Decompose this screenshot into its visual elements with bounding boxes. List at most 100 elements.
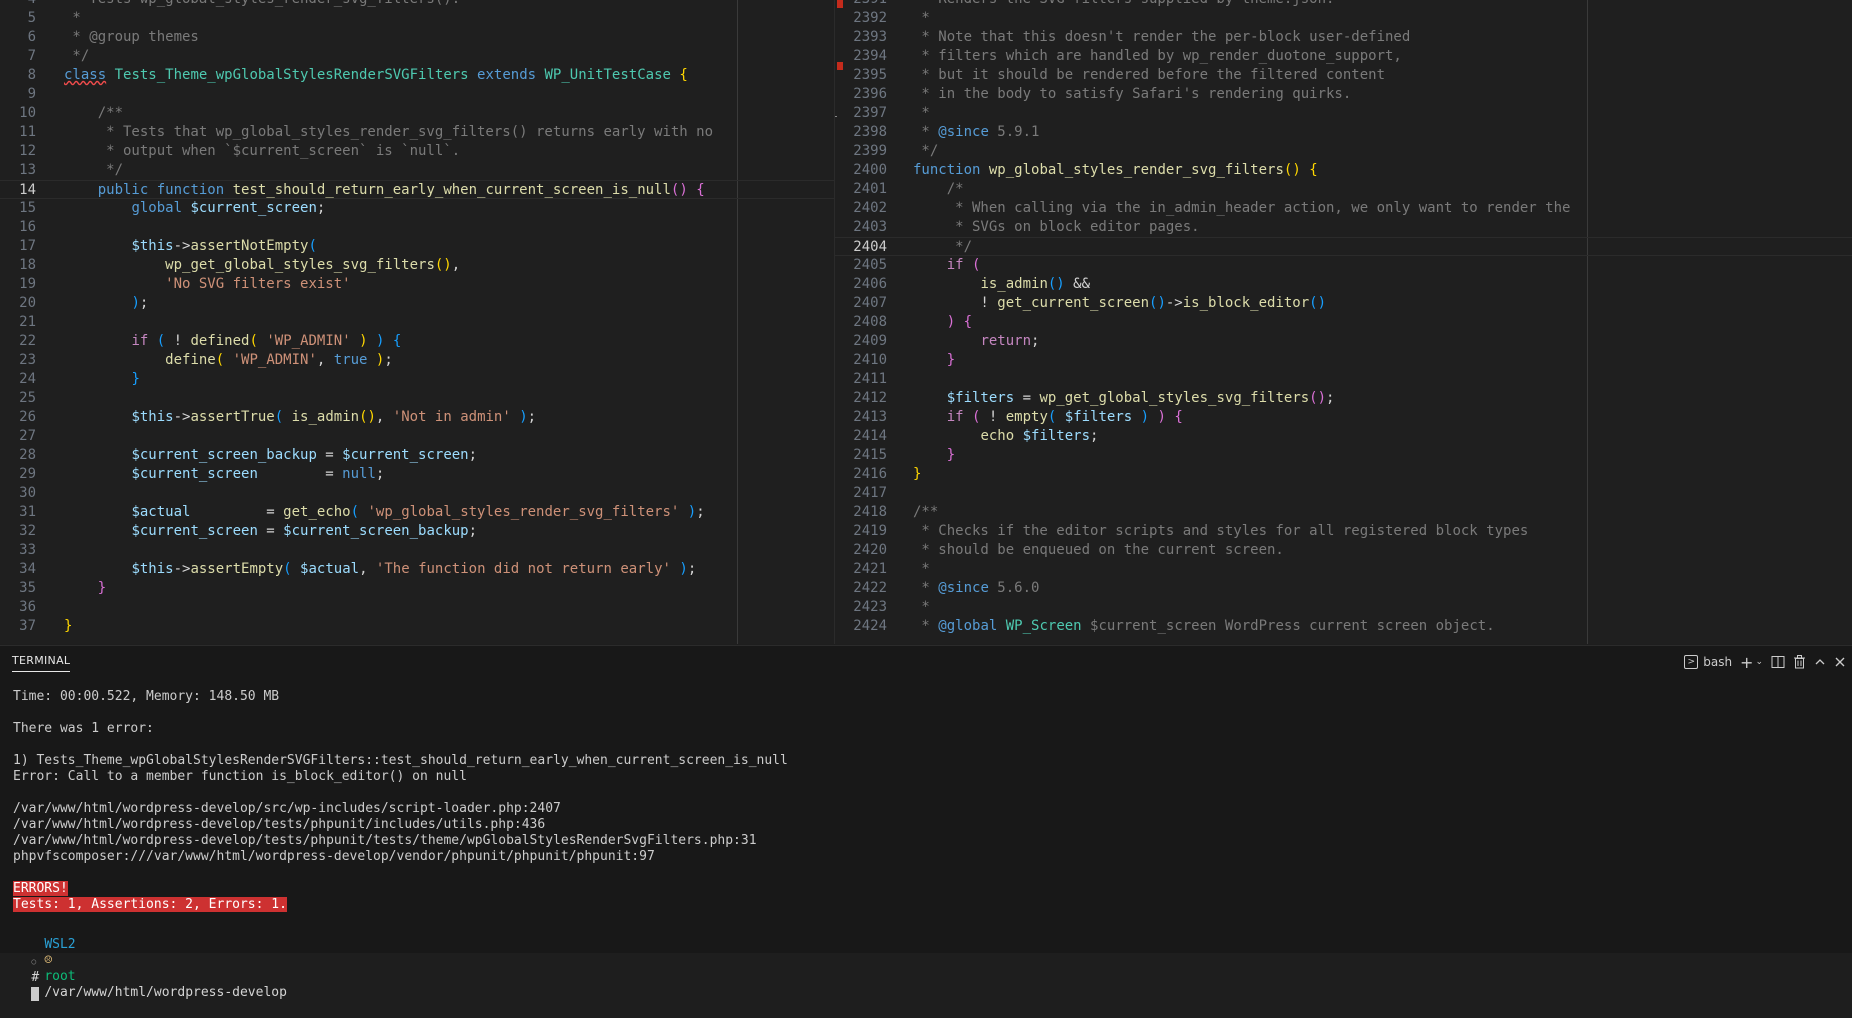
code-line[interactable]: 2412 $filters = wp_get_global_styles_svg… [835,389,1852,408]
code-line[interactable]: 2410 } [835,351,1852,370]
code-line[interactable]: 2416} [835,465,1852,484]
code-line[interactable]: 2408 ) { [835,313,1852,332]
code-line[interactable]: 2414 echo $filters; [835,427,1852,446]
code-line[interactable]: 25 [0,389,834,408]
line-number: 2411 [853,371,887,387]
code-line[interactable]: 2401 /* [835,180,1852,199]
code-line[interactable]: 6 * @group themes [0,28,834,47]
split-terminal-button[interactable] [1771,653,1785,671]
editor-pane-left[interactable]: 4 * Tests wp_global_styles_render_svg_fi… [0,0,834,644]
tab-terminal[interactable]: TERMINAL [12,654,71,672]
code-line[interactable]: 22 if ( ! defined( 'WP_ADMIN' ) ) { [0,332,834,351]
code-line[interactable]: 24 } [0,370,834,389]
code-line[interactable]: 2402 * When calling via the in_admin_hea… [835,199,1852,218]
code-line[interactable]: 16 [0,218,834,237]
terminal-cursor [31,986,40,1001]
code-line[interactable]: 8 class Tests_Theme_wpGlobalStylesRenderS… [0,66,834,85]
code-line[interactable]: 5 * [0,9,834,28]
code-line[interactable]: 20 ); [0,294,834,313]
code-line[interactable]: 2407 ! get_current_screen()->is_block_ed… [835,294,1852,313]
editor-pane-right[interactable]: 2391 * Renders the SVG filters supplied … [834,0,1852,644]
code-text: * output when `$current_screen` is `null… [64,142,460,161]
code-line[interactable]: 7 */ [0,47,834,66]
code-token: $filters [946,390,1015,406]
code-line[interactable]: 2423 * [835,598,1852,617]
code-line[interactable]: 13 */ [0,161,834,180]
code-line[interactable]: 2413 if ( ! empty( $filters ) ) { [835,408,1852,427]
terminal-input-line[interactable]: ○ # [0,937,40,1001]
code-line[interactable]: 2392 * [835,9,1852,28]
code-line[interactable]: 2393 * Note that this doesn't render the… [835,28,1852,47]
code-line[interactable]: 28 $current_screen_backup = $current_scr… [0,446,834,465]
code-line[interactable]: 2391 * Renders the SVG filters supplied … [835,0,1852,9]
code-line[interactable]: 33 [0,541,834,560]
terminal-prompt[interactable]: WSL2 ☹ root /var/www/html/wordpress-deve… [13,921,287,1000]
code-line[interactable]: 21 [0,313,834,332]
code-line[interactable]: 27 [0,427,834,446]
code-line[interactable]: 14 public function test_should_return_ea… [0,180,834,199]
code-line[interactable]: 2420 * should be enqueued on the current… [835,541,1852,560]
code-line[interactable]: 2422 * @since 5.6.0 [835,579,1852,598]
terminal-output[interactable]: Time: 00:00.522, Memory: 148.50 MB There … [13,689,1852,913]
maximize-panel-button[interactable] [1814,653,1826,671]
code-line[interactable]: 29 $current_screen = null; [0,465,834,484]
code-line[interactable]: 2403 * SVGs on block editor pages. [835,218,1852,237]
code-line[interactable]: 11 * Tests that wp_global_styles_render_… [0,123,834,142]
line-number: 2403 [853,219,887,235]
code-line[interactable]: 9 [0,85,834,104]
code-line[interactable]: 34 $this->assertEmpty( $actual, 'The fun… [0,560,834,579]
code-token: -> [173,238,191,254]
code-token: $current_screen WordPress current screen… [1081,618,1495,634]
code-line[interactable]: 26 $this->assertTrue( is_admin(), 'Not i… [0,408,834,427]
code-line[interactable]: 2400 function wp_global_styles_render_svg… [835,161,1852,180]
code-line[interactable]: 10 /** [0,104,834,123]
code-line[interactable]: 2409 return; [835,332,1852,351]
code-line[interactable]: 2398 * @since 5.9.1 [835,123,1852,142]
code-line[interactable]: 2418 /** [835,503,1852,522]
code-line[interactable]: 2421 * [835,560,1852,579]
code-line[interactable]: 2399 */ [835,142,1852,161]
code-line[interactable]: 37} [0,617,834,636]
code-line[interactable]: 35 } [0,579,834,598]
code-line[interactable]: 2397 * [835,104,1852,123]
code-line[interactable]: 2396 * in the body to satisfy Safari's r… [835,85,1852,104]
code-line[interactable]: 2394 * filters which are handled by wp_r… [835,47,1852,66]
code-line[interactable]: 2417 [835,484,1852,503]
line-number: 2420 [853,542,887,558]
code-line[interactable]: 32 $current_screen = $current_screen_bac… [0,522,834,541]
code-line[interactable]: 2395 * but it should be rendered before … [835,66,1852,85]
code-line[interactable]: 17 $this->assertNotEmpty( [0,237,834,256]
code-line[interactable]: 2419 * Checks if the editor scripts and … [835,522,1852,541]
new-terminal-button[interactable]: + ⌄ [1740,653,1763,672]
code-line[interactable]: 36 [0,598,834,617]
code-line[interactable]: 18 wp_get_global_styles_svg_filters(), [0,256,834,275]
code-token: empty [1005,409,1048,425]
close-panel-button[interactable] [1834,653,1846,671]
code-token: ) [359,333,368,349]
code-token: wp_get_global_styles_svg_filters [165,257,435,273]
code-view-right[interactable]: 2391 * Renders the SVG filters supplied … [835,0,1852,636]
code-text: public function test_should_return_early… [64,181,705,200]
code-line[interactable]: 12 * output when `$current_screen` is `n… [0,142,834,161]
code-line[interactable]: 2411 [835,370,1852,389]
terminal-panel[interactable]: TERMINAL > bash + ⌄ Time: 00:00.522, Mem… [0,645,1852,1001]
kill-terminal-button[interactable] [1793,653,1806,671]
terminal-shell-selector[interactable]: > bash [1684,653,1732,671]
code-line[interactable]: 30 [0,484,834,503]
code-line[interactable]: 31 $actual = get_echo( 'wp_global_styles… [0,503,834,522]
code-line[interactable]: 2406 is_admin() && [835,275,1852,294]
code-text: 'No SVG filters exist' [64,275,350,294]
code-line[interactable]: 15 global $current_screen; [0,199,834,218]
code-line[interactable]: 4 * Tests wp_global_styles_render_svg_fi… [0,0,834,9]
code-line[interactable]: 23 define( 'WP_ADMIN', true ); [0,351,834,370]
code-line[interactable]: 2404 */ [835,237,1852,256]
code-line[interactable]: 2424 * @global WP_Screen $current_screen… [835,617,1852,636]
code-view-left[interactable]: 4 * Tests wp_global_styles_render_svg_fi… [0,0,834,636]
code-line[interactable]: 2415 } [835,446,1852,465]
code-line[interactable]: 2405 if ( [835,256,1852,275]
line-number: 2414 [853,428,887,444]
code-line[interactable]: 19 'No SVG filters exist' [0,275,834,294]
